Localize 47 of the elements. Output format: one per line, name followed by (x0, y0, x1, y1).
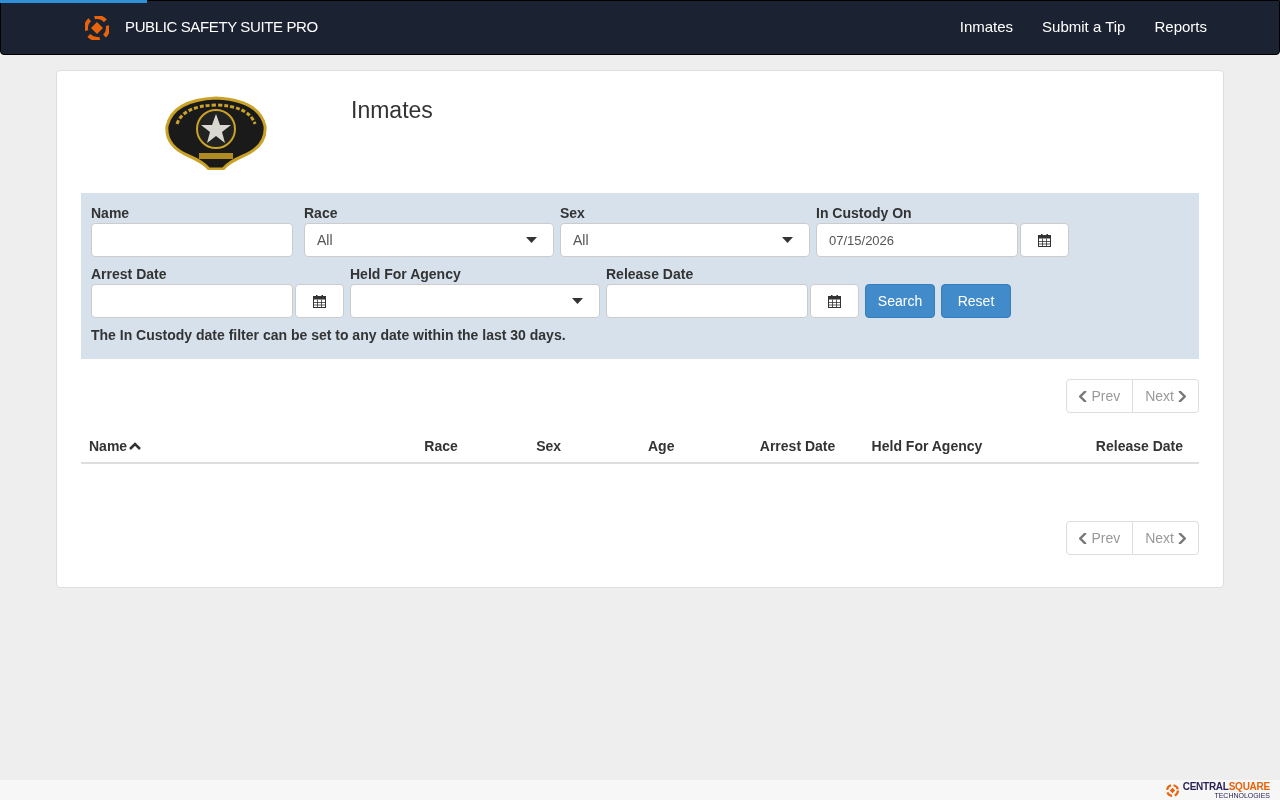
date-field[interactable] (91, 284, 293, 318)
text-field[interactable] (91, 223, 293, 257)
nav-link[interactable]: Inmates (959, 16, 1014, 39)
field-label: In Custody On (816, 204, 913, 223)
calendar-icon (828, 294, 841, 308)
search-button[interactable]: Search (865, 284, 935, 318)
calendar-button[interactable] (295, 284, 344, 318)
calendar-icon (313, 294, 326, 308)
date-field[interactable] (606, 284, 808, 318)
column-header[interactable]: Sex (536, 435, 562, 457)
brand-name: PUBLIC SAFETY SUITE PRO (125, 17, 318, 38)
column-header[interactable]: Name (89, 435, 142, 457)
sheriff-badge-icon (163, 96, 269, 170)
caret-icon (526, 237, 537, 243)
column-header[interactable]: Race (424, 435, 458, 457)
field-label: Held For Agency (350, 265, 462, 284)
column-header[interactable]: Release Date (1095, 435, 1183, 457)
caret-icon (782, 237, 793, 243)
select-field[interactable]: All (304, 223, 554, 257)
caret-icon (572, 298, 583, 304)
calendar-button[interactable] (1020, 223, 1069, 257)
nav-link[interactable]: Submit a Tip (1042, 16, 1126, 39)
field-label: Name (91, 204, 131, 223)
chevron-right-icon (1178, 390, 1186, 402)
calendar-icon (1038, 233, 1051, 247)
nav-link[interactable]: Reports (1154, 16, 1207, 39)
footer-logo-text: SQUARE (1228, 781, 1270, 792)
field-label: Sex (560, 204, 586, 223)
field-label: Race (304, 204, 339, 223)
calendar-button[interactable] (810, 284, 859, 318)
chevron-left-icon (1079, 390, 1088, 402)
column-header[interactable]: Arrest Date (759, 435, 836, 457)
chevron-left-icon (1079, 532, 1088, 544)
field-label: Arrest Date (91, 265, 168, 284)
select-field[interactable]: All (560, 223, 810, 257)
chevron-right-icon (1178, 532, 1186, 544)
column-header[interactable]: Held For Agency (871, 435, 983, 457)
logo-icon (85, 15, 109, 40)
footer-logo-icon (1165, 783, 1179, 797)
reset-button[interactable]: Reset (941, 284, 1011, 318)
select-field[interactable] (350, 284, 600, 318)
footer-logo-text: CENTRAL (1182, 781, 1229, 792)
page-title: Inmates (351, 96, 433, 125)
field-label: Release Date (606, 265, 695, 284)
date-field[interactable]: 07/15/2026 (816, 223, 1018, 257)
filter-note: The In Custody date filter can be set to any date within the last 30 days. (91, 326, 567, 345)
column-header[interactable]: Age (648, 435, 675, 457)
